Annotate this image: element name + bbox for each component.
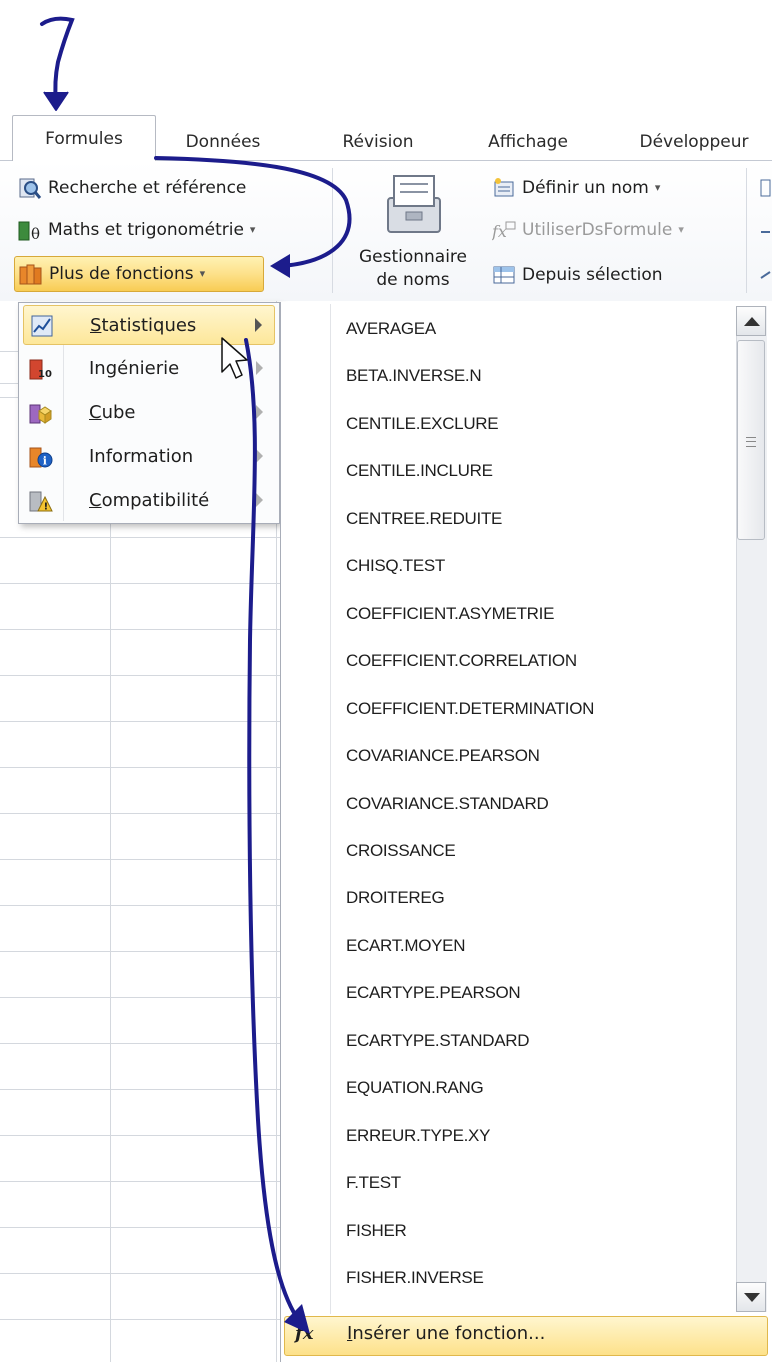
insert-function-item[interactable]: fx Insérer une fonction... — [284, 1316, 768, 1356]
menu-item-compatibilite-label: Compatibilité — [89, 490, 210, 511]
function-item[interactable]: COVARIANCE.STANDARD — [346, 789, 549, 819]
ribbon-separator — [332, 168, 333, 293]
function-item[interactable]: F.TEST — [346, 1168, 401, 1198]
scrollbar-thumb[interactable] — [737, 340, 765, 540]
menu-item-ingenierie-label: Ingénierie — [89, 358, 180, 379]
tab-formules[interactable]: Formules — [12, 115, 156, 162]
more-functions-dropdown-icon: ▾ — [199, 267, 206, 280]
scrollbar-grip-icon — [746, 437, 756, 447]
math-trig-button[interactable]: θ Maths et trigonométrie ▾ — [18, 216, 255, 244]
menu-item-cube[interactable]: Cube — [23, 393, 275, 433]
insert-function-label: Insérer une fonction... — [347, 1323, 546, 1344]
define-name-label: Définir un nom — [522, 178, 649, 198]
function-item[interactable]: DROITEREG — [346, 883, 445, 913]
tab-developpeur[interactable]: Développeur — [622, 126, 766, 160]
svg-text:!: ! — [44, 502, 49, 513]
function-item[interactable]: COEFFICIENT.ASYMETRIE — [346, 599, 554, 629]
tab-donnees[interactable]: Données — [168, 126, 278, 160]
function-item[interactable]: FISHER.INVERSE — [346, 1263, 484, 1293]
menu-item-information[interactable]: i Information — [23, 437, 275, 477]
submenu-arrow-icon — [256, 493, 263, 507]
name-manager-label-line1: Gestionnaire — [358, 247, 468, 267]
function-item[interactable]: ECART.MOYEN — [346, 931, 465, 961]
function-item[interactable]: COEFFICIENT.CORRELATION — [346, 646, 577, 676]
math-trig-dropdown-icon: ▾ — [249, 223, 256, 236]
step-number-7 — [40, 16, 75, 111]
menu-item-cube-label: Cube — [89, 402, 136, 423]
function-item[interactable]: ERREUR.TYPE.XY — [346, 1121, 490, 1151]
function-item[interactable]: COEFFICIENT.DETERMINATION — [346, 694, 594, 724]
lookup-reference-button[interactable]: Recherche et référence — [18, 174, 246, 202]
svg-text:101: 101 — [38, 369, 53, 380]
function-item[interactable]: COVARIANCE.PEARSON — [346, 741, 540, 771]
information-icon: i — [29, 447, 53, 468]
svg-text:i: i — [43, 455, 47, 468]
function-list-gutter — [330, 304, 331, 1314]
function-item[interactable]: CENTILE.EXCLURE — [346, 409, 499, 439]
use-in-formula-label: UtiliserDsFormule — [522, 220, 673, 240]
ribbon-separator — [746, 168, 747, 293]
function-item[interactable]: ECARTYPE.STANDARD — [346, 1026, 530, 1056]
submenu-arrow-icon — [256, 449, 263, 463]
more-functions-icon — [19, 264, 42, 285]
more-functions-menu: Statistiques 101 Ingénierie Cube i Infor… — [18, 302, 280, 524]
svg-text:θ: θ — [31, 225, 40, 242]
math-trig-label: Maths et trigonométrie — [48, 220, 244, 240]
define-name-button[interactable]: Définir un nom ▾ — [492, 174, 660, 202]
compatibility-icon: ! — [29, 491, 53, 513]
create-from-selection-icon — [493, 266, 515, 284]
math-trig-icon: θ — [18, 221, 40, 242]
more-functions-label: Plus de fonctions — [49, 264, 194, 284]
scroll-down-button[interactable] — [736, 1282, 766, 1312]
tab-affichage[interactable]: Affichage — [468, 126, 588, 160]
lookup-reference-icon — [19, 178, 42, 199]
menu-item-statistiques[interactable]: Statistiques — [23, 305, 275, 345]
use-in-formula-button[interactable]: fx UtiliserDsFormule ▾ — [492, 216, 684, 244]
define-name-dropdown-icon: ▾ — [654, 181, 661, 194]
function-item[interactable]: BETA.INVERSE.N — [346, 361, 482, 391]
create-from-selection-label: Depuis sélection — [522, 265, 663, 285]
tab-revision[interactable]: Révision — [326, 126, 430, 160]
use-in-formula-icon: fx — [492, 221, 516, 241]
scroll-up-button[interactable] — [736, 306, 766, 336]
use-in-formula-dropdown-icon: ▾ — [678, 223, 684, 236]
function-item[interactable]: ECARTYPE.PEARSON — [346, 978, 521, 1008]
ribbon-overflow-icons — [760, 179, 771, 279]
statistics-icon — [31, 315, 53, 337]
menu-item-statistiques-label: Statistiques — [90, 315, 197, 336]
function-item[interactable]: FISHER — [346, 1216, 407, 1246]
menu-item-compatibilite[interactable]: ! Compatibilité — [23, 481, 275, 521]
scroll-down-arrow-icon — [744, 1293, 760, 1302]
function-item[interactable]: CENTILE.INCLURE — [346, 456, 493, 486]
submenu-arrow-icon — [256, 361, 263, 375]
submenu-arrow-icon — [256, 405, 263, 419]
menu-item-ingenierie[interactable]: 101 Ingénierie — [23, 349, 275, 389]
insert-function-fx-icon: fx — [295, 1323, 314, 1344]
define-name-icon — [494, 178, 514, 197]
more-functions-button[interactable]: Plus de fonctions ▾ — [14, 256, 264, 292]
svg-text:fx: fx — [492, 222, 507, 241]
name-manager-label-line2: de noms — [376, 270, 450, 290]
scroll-up-arrow-icon — [744, 317, 760, 326]
lookup-reference-label: Recherche et référence — [48, 178, 247, 198]
menu-item-information-label: Information — [89, 446, 194, 467]
submenu-arrow-icon — [255, 318, 262, 332]
function-item[interactable]: EQUATION.RANG — [346, 1073, 484, 1103]
function-item[interactable]: CENTREE.REDUITE — [346, 504, 502, 534]
cube-icon — [29, 404, 52, 424]
function-item[interactable]: CROISSANCE — [346, 836, 456, 866]
function-item[interactable]: CHISQ.TEST — [346, 551, 445, 581]
create-from-selection-button[interactable]: Depuis sélection — [492, 261, 663, 289]
engineering-icon: 101 — [29, 359, 53, 380]
function-item[interactable]: AVERAGEA — [346, 314, 436, 344]
name-manager-label[interactable]: Gestionnaire de noms — [346, 246, 480, 292]
name-manager-icon[interactable] — [380, 168, 448, 240]
